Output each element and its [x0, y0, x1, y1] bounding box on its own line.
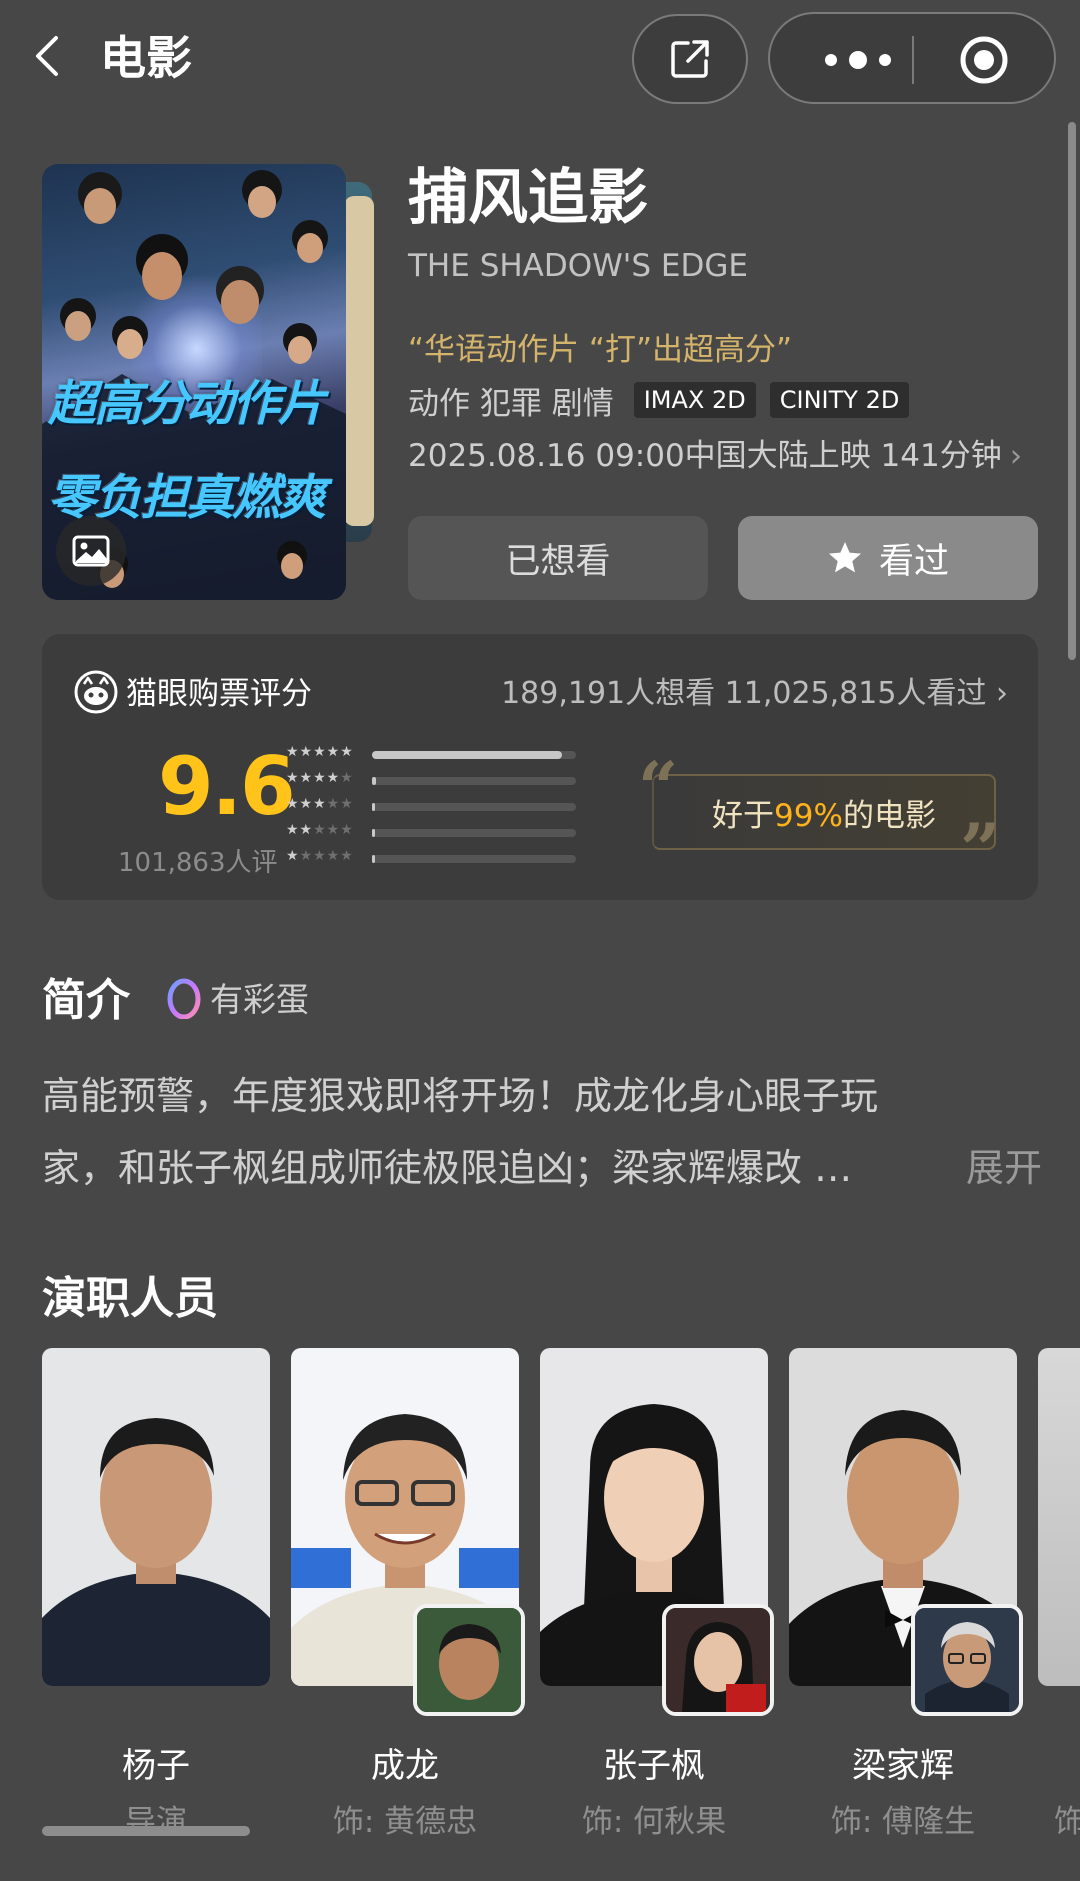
poster-stack-back-edge [344, 196, 374, 526]
cast-role: 饰: 何秋果 [581, 1804, 727, 1840]
genre-tags: 动作 犯罪 剧情 [408, 385, 614, 422]
rating-score: 9.6 [158, 740, 296, 833]
movie-title-english: THE SHADOW'S EDGE [408, 248, 748, 284]
chevron-left-icon[interactable] [24, 30, 76, 82]
image-icon[interactable] [56, 516, 126, 586]
distribution-row-5-star: ★★★★★ [286, 742, 586, 768]
vertical-scrollbar[interactable] [1068, 122, 1076, 660]
rating-distribution: ★★★★★ ★★★★★ ★★★★★ ★★★★★ ★★★★★ [286, 742, 586, 872]
cast-list[interactable]: 杨子 导演 成龙 饰: 黄德忠 张子枫 饰: 何秋果 梁家辉 饰: 傅隆生 饰 [42, 1348, 1080, 1868]
movie-poster[interactable]: 超高分动作片 零负担真燃爽 [42, 164, 346, 600]
cast-role-partial: 饰 [1054, 1804, 1080, 1840]
expand-link[interactable]: 展开 [966, 1132, 1042, 1204]
cast-role: 饰: 傅隆生 [830, 1804, 976, 1840]
movie-slogan: “华语动作片 “打”出超高分” [408, 332, 793, 368]
seen-button-label: 看过 [878, 541, 949, 582]
poster-tagline-1: 超高分动作片 [48, 376, 326, 432]
distribution-row-2-star: ★★★★★ [286, 820, 586, 846]
rating-source: 猫眼购票评分 [126, 676, 312, 712]
easter-egg-tag: 有彩蛋 [166, 972, 309, 1022]
distribution-row-3-star: ★★★★★ [286, 794, 586, 820]
intro-text: 高能预警，年度狠戏即将开场！成龙化身心眼子玩 家，和张子枫组成师徒极限追凶；梁家… [42, 1060, 1042, 1204]
capsule-divider [912, 36, 914, 84]
rating-count: 101,863人评 [118, 848, 278, 878]
star-icons: ★★★★★ [286, 796, 354, 812]
better-than-badge: “ ” 好于99%的电影 [638, 746, 1000, 891]
role-thumbnail [413, 1604, 525, 1716]
star-icons: ★★★★★ [286, 848, 354, 864]
distribution-bar [372, 751, 562, 759]
intro-line-2: 家，和张子枫组成师徒极限追凶；梁家辉爆改 … 展开 [42, 1132, 1042, 1204]
genre-format-row: 动作 犯罪 剧情 IMAX 2D CINITY 2D [408, 378, 923, 422]
cat-eye-logo-icon [74, 670, 118, 714]
star-icons: ★★★★★ [286, 744, 354, 760]
intro-heading: 简介 [42, 975, 130, 1026]
cast-name: 张子枫 [603, 1746, 705, 1786]
horizontal-scrollbar[interactable] [42, 1826, 250, 1836]
chevron-right-icon: › [1009, 438, 1023, 474]
distribution-bar [372, 855, 375, 863]
page-title: 电影 [100, 31, 192, 85]
role-thumbnail [911, 1604, 1023, 1716]
movie-detail-page: 电影 超高分动作片 零负担真燃爽 捕风追影 THE SHADOW'S EDGE … [0, 0, 1080, 1881]
cast-role: 饰: 黄德忠 [332, 1804, 478, 1840]
star-icon [828, 542, 861, 573]
cast-card-partial[interactable] [1038, 1348, 1080, 1686]
movie-title: 捕风追影 [408, 163, 648, 233]
better-than-text: 好于99%的电影 [712, 798, 936, 834]
intro-line-1: 高能预警，年度狠戏即将开场！成龙化身心眼子玩 [42, 1074, 879, 1118]
cast-name: 梁家辉 [852, 1746, 954, 1786]
share-button[interactable] [632, 14, 748, 104]
distribution-bar [372, 803, 375, 811]
cast-name: 杨子 [122, 1746, 190, 1786]
cast-photo [42, 1348, 270, 1686]
cast-name: 成龙 [371, 1746, 439, 1786]
more-dots-icon[interactable] [808, 40, 908, 80]
distribution-bar [372, 829, 375, 837]
star-icons: ★★★★★ [286, 770, 354, 786]
chevron-right-icon: › [996, 676, 1008, 711]
format-badge-imax: IMAX 2D [633, 382, 756, 418]
distribution-row-1-star: ★★★★★ [286, 846, 586, 872]
audience-stats[interactable]: 189,191人想看 11,025,815人看过 › [501, 668, 1008, 712]
wish-button[interactable]: 已想看 [408, 516, 708, 600]
top-nav-bar: 电影 [0, 0, 1080, 120]
release-info[interactable]: 2025.08.16 09:00中国大陆上映 141分钟 › [408, 430, 1022, 475]
rating-card[interactable]: 猫眼购票评分 189,191人想看 11,025,815人看过 › 9.6 10… [42, 634, 1038, 900]
role-thumbnail [662, 1604, 774, 1716]
mini-program-capsule [768, 12, 1056, 104]
distribution-bar [372, 777, 376, 785]
cast-heading: 演职人员 [42, 1273, 218, 1324]
distribution-row-4-star: ★★★★★ [286, 768, 586, 794]
star-icons: ★★★★★ [286, 822, 354, 838]
egg-icon [167, 978, 201, 1019]
format-badge-cinity: CINITY 2D [769, 382, 910, 418]
seen-button[interactable]: 看过 [738, 516, 1038, 600]
share-icon [671, 40, 709, 78]
target-icon[interactable] [958, 34, 1010, 86]
